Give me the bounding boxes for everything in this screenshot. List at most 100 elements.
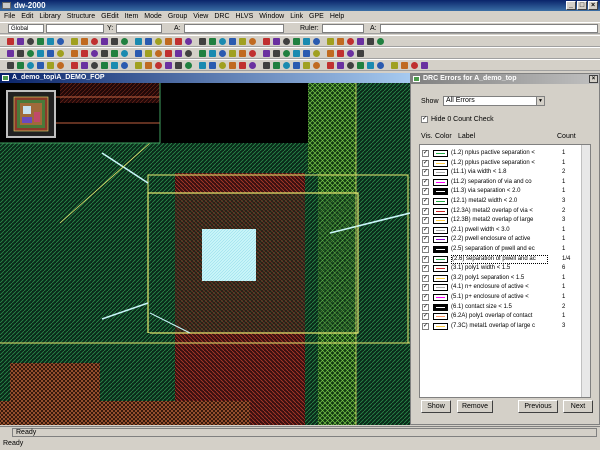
visibility-checkbox[interactable]: ✓	[422, 207, 429, 215]
layer-tool-icon[interactable]	[262, 37, 271, 46]
menu-item[interactable]: Item	[125, 13, 139, 20]
box-tool-icon[interactable]	[420, 61, 429, 70]
box-tool-icon[interactable]	[282, 49, 291, 58]
menu-drc[interactable]: DRC	[214, 13, 229, 20]
rotate-tool-icon[interactable]	[36, 37, 45, 46]
minimize-icon[interactable]: _	[566, 1, 576, 10]
rotate-tool-icon[interactable]	[208, 37, 217, 46]
drc-error-row[interactable]: ✓ (2.2) pwell enclosure of active 1	[420, 235, 580, 244]
error-color-swatch[interactable]	[433, 246, 448, 253]
copy-tool-icon[interactable]	[184, 37, 193, 46]
ruler-tool-icon[interactable]	[400, 61, 409, 70]
select-tool-icon[interactable]	[164, 37, 173, 46]
zoom-tool-icon[interactable]	[208, 49, 217, 58]
layout-overview-thumbnail[interactable]	[6, 90, 56, 138]
mirror-tool-icon[interactable]	[326, 61, 335, 70]
y-coordinate-field[interactable]	[116, 24, 162, 33]
error-color-swatch[interactable]	[433, 303, 448, 311]
rotate-tool-icon[interactable]	[312, 61, 321, 70]
visibility-checkbox[interactable]: ✓	[422, 313, 429, 321]
layer-combo-extra[interactable]	[46, 24, 104, 33]
drc-error-row[interactable]: ✓ (3.2) poly1 separation < 1.5 1	[420, 274, 580, 283]
delete-tool-icon[interactable]	[164, 49, 173, 58]
drc-error-row[interactable]: ✓ (12.1) metal2 width < 2.0 3	[420, 197, 580, 206]
wire-tool-icon[interactable]	[410, 61, 419, 70]
select-tool-icon[interactable]	[302, 49, 311, 58]
rotate-tool-icon[interactable]	[376, 37, 385, 46]
visibility-checkbox[interactable]: ✓	[422, 198, 429, 205]
drc-error-row[interactable]: ✓ (11.1) via width < 1.8 2	[420, 168, 580, 177]
ruler-field[interactable]	[322, 24, 364, 33]
box-tool-icon[interactable]	[312, 37, 321, 46]
move-tool-icon[interactable]	[282, 61, 291, 70]
visibility-checkbox[interactable]: ✓	[422, 169, 429, 177]
mirror-tool-icon[interactable]	[184, 49, 193, 58]
copy-tool-icon[interactable]	[356, 37, 365, 46]
previous-button[interactable]: Previous	[518, 400, 558, 413]
move-tool-icon[interactable]	[174, 37, 183, 46]
ruler-tool-icon[interactable]	[262, 49, 271, 58]
visibility-checkbox[interactable]: ✓	[422, 226, 429, 234]
copy-tool-icon[interactable]	[292, 61, 301, 70]
visibility-checkbox[interactable]: ✓	[422, 303, 429, 311]
error-color-swatch[interactable]	[433, 226, 448, 234]
drc-error-row[interactable]: ✓ (4.1) n+ enclosure of active < 1	[420, 283, 580, 292]
cell-tool-icon[interactable]	[282, 37, 291, 46]
menu-help[interactable]: Help	[330, 13, 344, 20]
wire-tool-icon[interactable]	[100, 49, 109, 58]
menu-edit[interactable]: Edit	[21, 13, 33, 20]
drc-error-row[interactable]: ✓ (1.2) pplus pactive separation < 1	[420, 159, 580, 168]
text-tool-icon[interactable]	[238, 49, 247, 58]
zoom-tool-icon[interactable]	[346, 61, 355, 70]
rotate-tool-icon[interactable]	[6, 49, 15, 58]
stretch-tool-icon[interactable]	[26, 49, 35, 58]
layer-tool-icon[interactable]	[366, 61, 375, 70]
box-tool-icon[interactable]	[110, 49, 119, 58]
error-color-swatch[interactable]	[433, 236, 448, 244]
move-tool-icon[interactable]	[346, 37, 355, 46]
wire-tool-icon[interactable]	[134, 37, 143, 46]
rotate-tool-icon[interactable]	[346, 49, 355, 58]
text-tool-icon[interactable]	[272, 37, 281, 46]
select-tool-icon[interactable]	[272, 61, 281, 70]
drc-error-row[interactable]: ✓ (12.3A) metal2 overlap of via < 2	[420, 207, 580, 216]
error-color-swatch[interactable]	[433, 169, 448, 177]
error-color-swatch[interactable]	[433, 188, 448, 196]
error-color-swatch[interactable]	[433, 294, 448, 301]
poly-tool-icon[interactable]	[120, 49, 129, 58]
error-color-swatch[interactable]	[433, 198, 448, 205]
copy-tool-icon[interactable]	[154, 49, 163, 58]
menu-library[interactable]: Library	[39, 13, 60, 20]
select-tool-icon[interactable]	[134, 49, 143, 58]
error-color-swatch[interactable]	[433, 274, 448, 282]
select-tool-icon[interactable]	[100, 61, 109, 70]
menu-view[interactable]: View	[193, 13, 208, 20]
pan-tool-icon[interactable]	[16, 61, 25, 70]
cell-tool-icon[interactable]	[390, 61, 399, 70]
delete-tool-icon[interactable]	[366, 37, 375, 46]
text-tool-icon[interactable]	[70, 49, 79, 58]
poly-tool-icon[interactable]	[90, 61, 99, 70]
pan-tool-icon[interactable]	[46, 49, 55, 58]
zoom-tool-icon[interactable]	[70, 37, 79, 46]
stretch-tool-icon[interactable]	[228, 37, 237, 46]
zoom-tool-icon[interactable]	[6, 61, 15, 70]
wire-tool-icon[interactable]	[238, 61, 247, 70]
mirror-tool-icon[interactable]	[154, 61, 163, 70]
text-tool-icon[interactable]	[100, 37, 109, 46]
delete-tool-icon[interactable]	[134, 61, 143, 70]
poly-tool-icon[interactable]	[154, 37, 163, 46]
stretch-tool-icon[interactable]	[336, 61, 345, 70]
layer-tool-icon[interactable]	[198, 61, 207, 70]
drc-error-row[interactable]: ✓ (12.3B) metal2 overlap of large 3	[420, 216, 580, 225]
layer-tool-icon[interactable]	[26, 61, 35, 70]
error-color-swatch[interactable]	[433, 150, 448, 157]
hide-zero-count-checkbox[interactable]: ✓	[421, 116, 428, 123]
zoom-tool-icon[interactable]	[174, 61, 183, 70]
mirror-tool-icon[interactable]	[46, 37, 55, 46]
chevron-down-icon[interactable]: ▼	[536, 97, 544, 105]
ruler-tool-icon[interactable]	[120, 37, 129, 46]
ruler-tool-icon[interactable]	[90, 49, 99, 58]
move-tool-icon[interactable]	[110, 61, 119, 70]
a-field-2[interactable]	[380, 24, 598, 33]
